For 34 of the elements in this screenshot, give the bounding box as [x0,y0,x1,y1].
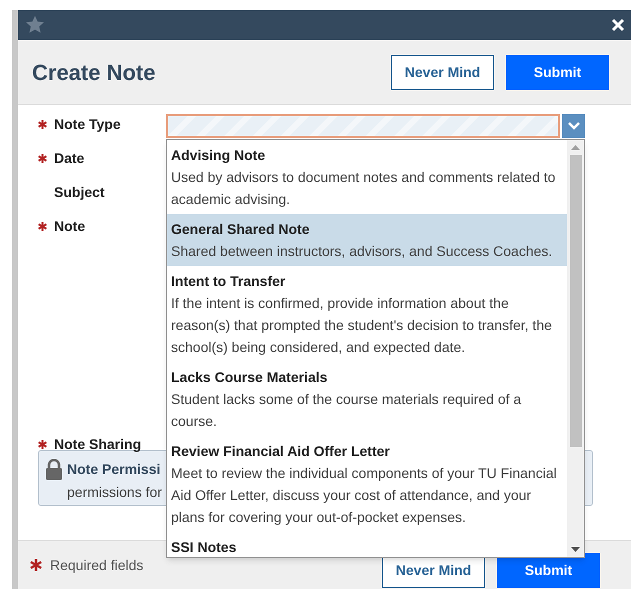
note-type-select[interactable] [166,114,560,138]
option-description: Shared between instructors, advisors, and Success Coaches. [171,242,554,261]
lock-icon [45,459,63,481]
field-label: Note [54,217,86,236]
option-description: Used by advisors to document notes and comments related to academic advising. [171,168,556,209]
option-title: Advising Note [171,146,266,165]
option-description: If the intent is confirmed, provide information about the reason(s) that prompted the student's decision to transfer, the school(s) being considered, and expected date. [171,294,553,357]
scrollbar[interactable] [567,140,584,557]
permissions-title: Note Permissi [67,460,162,479]
option-title: Lacks Course Materials [171,368,328,387]
field-label: Note Type [54,115,121,134]
option-title: Intent to Transfer [171,272,286,291]
option-title: SSI Notes [171,538,238,557]
option-description: Student lacks some of the course materials required of a course. [171,390,522,431]
field-label: Date [54,149,84,168]
scrollbar-thumb[interactable] [570,155,582,447]
scroll-up-icon[interactable] [571,145,580,150]
permissions-text: permissions for [67,483,162,502]
dialog-title: Create Note [32,58,156,86]
field-label: Note Sharing [54,435,142,454]
required-fields-note: Required fields [50,556,144,575]
note-type-option[interactable]: General Shared Note Shared between instructors, advisors, and Success Coaches. [167,214,567,266]
field-label: Subject [54,183,105,202]
note-type-option[interactable]: SSI Notes [167,532,567,557]
option-title: General Shared Note [171,220,310,239]
chevron-down-icon [568,122,580,130]
option-title: Review Financial Aid Offer Letter [171,442,391,461]
cancel-button[interactable]: Never Mind [391,54,494,90]
required-asterisk-icon [30,559,42,571]
close-icon[interactable] [611,18,625,32]
submit-button[interactable]: Submit [506,54,609,90]
option-description: Meet to review the individual components of your TU Financial Aid Offer Letter, discuss your cost of attendance, and your plans for covering your out-of-pocket expenses. [171,464,558,527]
note-type-option[interactable]: Advising Note Used by advisors to document notes and comments related to academic advising. [167,140,567,214]
dropdown-toggle[interactable] [562,114,585,138]
